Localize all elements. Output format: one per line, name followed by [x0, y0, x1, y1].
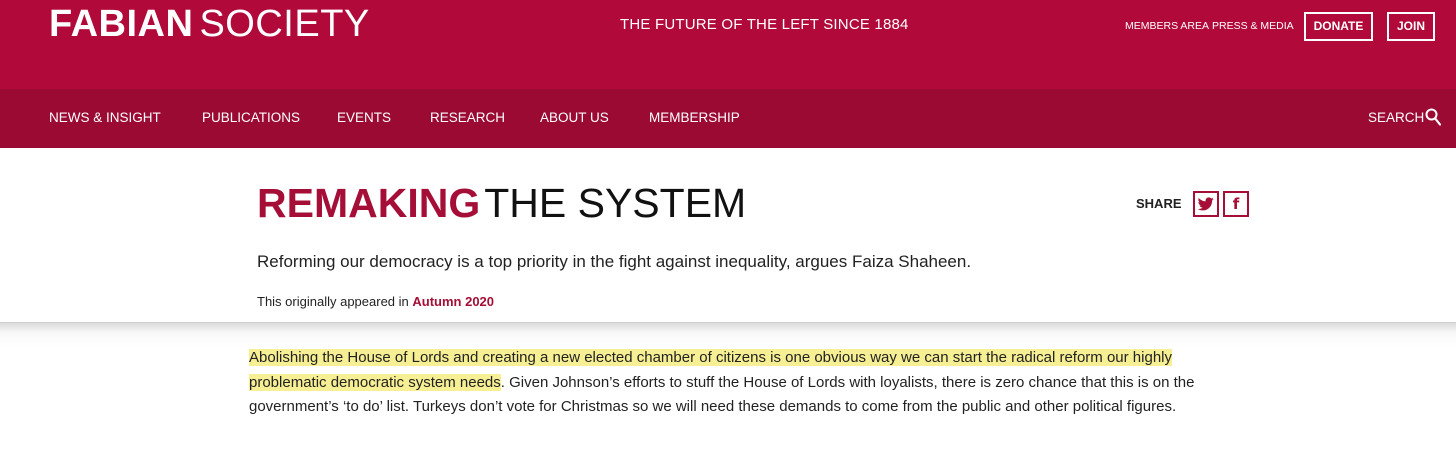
site-logo[interactable]: FABIAN SOCIETY — [49, 4, 370, 44]
nav-search-label[interactable]: SEARCH — [1368, 110, 1424, 125]
page-title: REMAKINGTHE SYSTEM — [257, 178, 746, 228]
nav-item-research[interactable]: RESEARCH — [430, 110, 505, 125]
members-area-link[interactable]: MEMBERS AREA — [1125, 20, 1209, 32]
nav-item-news-insight[interactable]: NEWS & INSIGHT — [49, 110, 161, 125]
title-rest: THE SYSTEM — [484, 180, 747, 226]
search-icon[interactable] — [1425, 108, 1441, 126]
header-divider — [0, 322, 1456, 346]
twitter-share-button[interactable] — [1193, 191, 1219, 217]
issue-link[interactable]: Autumn 2020 — [412, 294, 494, 309]
title-accent: REMAKING — [257, 180, 481, 226]
press-media-link[interactable]: PRESS & MEDIA — [1212, 20, 1294, 32]
origin-prefix: This originally appeared in — [257, 294, 409, 309]
facebook-icon: f — [1232, 195, 1240, 213]
article-header — [0, 148, 1456, 323]
site-tagline: THE FUTURE OF THE LEFT SINCE 1884 — [620, 16, 909, 33]
nav-item-membership[interactable]: MEMBERSHIP — [649, 110, 740, 125]
nav-item-events[interactable]: EVENTS — [337, 110, 391, 125]
logo-bold-text: FABIAN — [49, 3, 194, 45]
join-button[interactable]: JOIN — [1387, 12, 1435, 41]
facebook-share-button[interactable]: f — [1223, 191, 1249, 217]
main-nav: NEWS & INSIGHT PUBLICATIONS EVENTS RESEA… — [0, 89, 1456, 148]
article-standfirst: Reforming our democracy is a top priorit… — [257, 252, 972, 271]
donate-button[interactable]: DONATE — [1304, 12, 1373, 41]
nav-item-publications[interactable]: PUBLICATIONS — [202, 110, 300, 125]
share-label: SHARE — [1136, 196, 1182, 211]
twitter-icon — [1198, 197, 1214, 211]
article-body-paragraph: Abolishing the House of Lords and creati… — [249, 346, 1249, 420]
logo-light-text: SOCIETY — [199, 3, 370, 45]
origin-note: This originally appeared in Autumn 2020 — [257, 294, 494, 309]
nav-item-about-us[interactable]: ABOUT US — [540, 110, 609, 125]
top-header: FABIAN SOCIETY THE FUTURE OF THE LEFT SIN… — [0, 0, 1456, 89]
